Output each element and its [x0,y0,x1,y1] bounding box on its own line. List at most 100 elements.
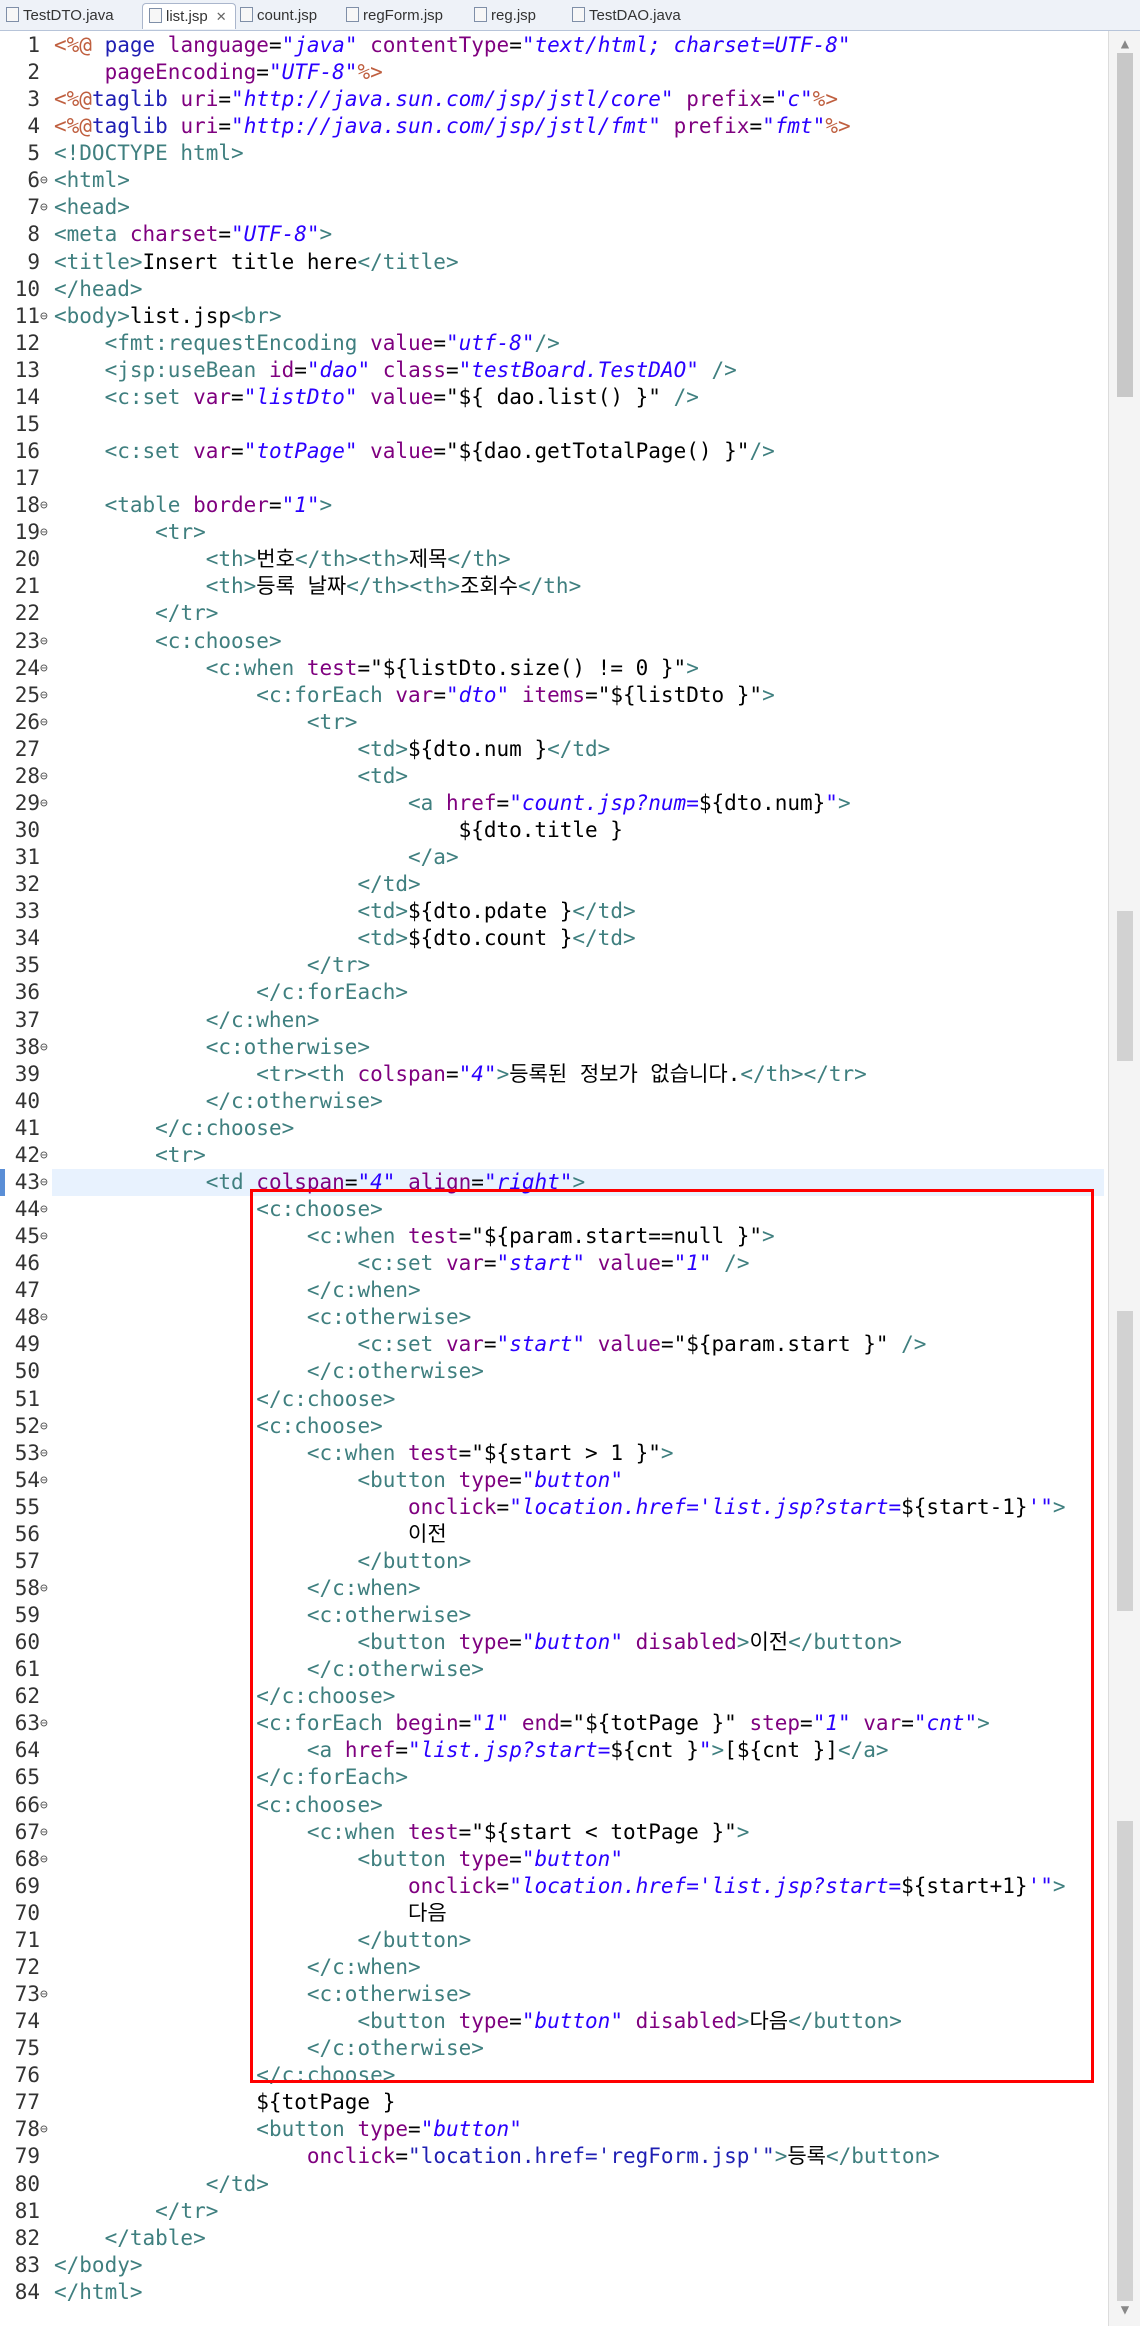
tab-list-jsp[interactable]: list.jsp ✕ [142,3,236,29]
fold-toggle-icon[interactable]: ⊖ [40,194,48,221]
line-number: 47 [14,1278,40,1303]
code-line[interactable]: <td>${dto.num }</td> [54,736,610,763]
code-line[interactable]: <c:set var="listDto" value="${ dao.list(… [54,384,699,411]
close-icon[interactable]: ✕ [216,9,227,24]
line-number: 65 [14,1765,40,1790]
code-line[interactable]: </a> [54,844,459,871]
code-line[interactable]: </table> [54,2225,206,2252]
tab-count-jsp[interactable]: count.jsp [234,3,330,28]
code-line[interactable]: <c:set var="totPage" value="${dao.getTot… [54,438,775,465]
fold-toggle-icon[interactable]: ⊖ [40,790,48,817]
fold-toggle-icon[interactable]: ⊖ [40,1223,48,1250]
fold-toggle-icon[interactable]: ⊖ [40,492,48,519]
fold-toggle-icon[interactable]: ⊖ [40,763,48,790]
fold-toggle-icon[interactable]: ⊖ [40,303,48,330]
fold-toggle-icon[interactable]: ⊖ [40,2116,48,2143]
fold-toggle-icon[interactable]: ⊖ [40,1413,48,1440]
code-line[interactable]: ${totPage } [54,2089,395,2116]
code-line[interactable]: pageEncoding="UTF-8"%> [54,59,383,86]
code-line[interactable]: <html> [54,167,130,194]
code-line[interactable]: <table border="1"> [54,492,333,519]
code-token: value [370,330,434,355]
code-line[interactable]: onclick="location.href='regForm.jsp'">등록… [54,2143,940,2170]
code-line[interactable]: </td> [54,2171,269,2198]
fold-toggle-icon[interactable]: ⊖ [40,1819,48,1846]
scrollbar-thumb[interactable] [1117,53,1133,397]
tab-testdao-java[interactable]: TestDAO.java [566,3,686,28]
fold-toggle-icon[interactable]: ⊖ [40,655,48,682]
fold-toggle-icon[interactable]: ⊖ [40,1440,48,1467]
scroll-down-icon[interactable]: ▼ [1115,2299,1135,2321]
code-line[interactable]: <%@ page language="java" contentType="te… [54,32,851,59]
fold-toggle-icon[interactable]: ⊖ [40,1792,48,1819]
code-line[interactable]: </head> [54,276,143,303]
code-token: </c:forEach> [256,980,409,1005]
fold-toggle-icon[interactable]: ⊖ [40,1467,48,1494]
code-token: = [231,384,244,409]
tab-reg-jsp[interactable]: reg.jsp [468,3,554,28]
code-token: /> [534,330,560,355]
fold-toggle-icon[interactable]: ⊖ [40,709,48,736]
code-line[interactable]: </c:when> [54,1007,320,1034]
code-line[interactable]: </c:choose> [54,1115,294,1142]
fold-toggle-icon[interactable]: ⊖ [40,1710,48,1737]
code-line[interactable]: <td> [54,763,408,790]
code-line[interactable]: <tr><th colspan="4">등록된 정보가 없습니다.</th></… [54,1061,867,1088]
fold-toggle-icon[interactable]: ⊖ [40,628,48,655]
fold-toggle-icon[interactable]: ⊖ [40,682,48,709]
vertical-scrollbar[interactable]: ▲ ▼ [1108,31,1140,2326]
fold-toggle-icon[interactable]: ⊖ [40,1196,48,1223]
fold-toggle-icon[interactable]: ⊖ [40,1575,48,1602]
code-line[interactable]: </c:forEach> [54,979,408,1006]
fold-toggle-icon[interactable]: ⊖ [40,1981,48,2008]
scroll-up-icon[interactable]: ▲ [1115,33,1135,55]
fold-toggle-icon[interactable]: ⊖ [40,1846,48,1873]
tab-regform-jsp[interactable]: regForm.jsp [340,3,450,28]
code-line[interactable]: <jsp:useBean id="dao" class="testBoard.T… [54,357,737,384]
code-line[interactable]: <c:otherwise> [54,1034,370,1061]
code-line[interactable]: <!DOCTYPE html> [54,140,244,167]
code-line[interactable]: <a href="count.jsp?num=${dto.num}"> [54,790,851,817]
fold-toggle-icon[interactable]: ⊖ [40,1142,48,1169]
fold-toggle-icon[interactable]: ⊖ [40,167,48,194]
code-line[interactable]: <c:when test="${listDto.size() != 0 }"> [54,655,699,682]
code-line[interactable]: <td>${dto.count }</td> [54,925,635,952]
code-line[interactable]: <button type="button" [54,2116,522,2143]
fold-toggle-icon[interactable]: ⊖ [40,1304,48,1331]
code-line[interactable]: </tr> [54,952,370,979]
code-line[interactable]: <tr> [54,1142,206,1169]
fold-toggle-icon[interactable]: ⊖ [40,1034,48,1061]
code-line[interactable]: </td> [54,871,420,898]
code-line[interactable]: <th>등록 날짜</th><th>조회수</th> [54,573,582,600]
line-number: 36 [14,980,40,1005]
code-line[interactable]: ${dto.title } [54,817,623,844]
fold-toggle-icon[interactable]: ⊖ [40,519,48,546]
code-token: <tr> [306,709,358,734]
code-line[interactable]: <tr> [54,709,358,736]
code-line[interactable]: <%@taglib uri="http://java.sun.com/jsp/j… [54,86,838,113]
code-line[interactable]: </tr> [54,600,218,627]
code-line[interactable]: <c:forEach var="dto" items="${listDto }"… [54,682,774,709]
code-line[interactable]: <head> [54,194,130,221]
fold-toggle-icon[interactable]: ⊖ [40,1169,48,1196]
code-token: <%@ [54,33,105,57]
code-line[interactable]: <th>번호</th><th>제목</th> [54,546,511,573]
code-line[interactable]: <%@taglib uri="http://java.sun.com/jsp/j… [54,113,851,140]
code-line[interactable]: <title>Insert title here</title> [54,249,459,276]
code-line[interactable]: <body>list.jsp<br> [54,303,282,330]
code-line[interactable]: </c:otherwise> [54,1088,383,1115]
code-line[interactable]: <meta charset="UTF-8"> [54,221,332,248]
code-token: <!DOCTYPE html> [54,141,244,166]
code-line[interactable]: <td>${dto.pdate }</td> [54,898,635,925]
code-line[interactable]: </body> [54,2252,143,2279]
tab-testdto-java[interactable]: TestDTO.java [0,3,114,28]
code-line[interactable]: <c:choose> [54,628,281,655]
code-line[interactable]: </tr> [54,2198,218,2225]
code-token: "dao" [306,357,371,382]
code-line[interactable]: </html> [54,2279,143,2306]
line-number: 62 [14,1684,40,1709]
code-line[interactable]: <fmt:requestEncoding value="utf-8"/> [54,330,560,357]
code-line[interactable]: <tr> [54,519,206,546]
